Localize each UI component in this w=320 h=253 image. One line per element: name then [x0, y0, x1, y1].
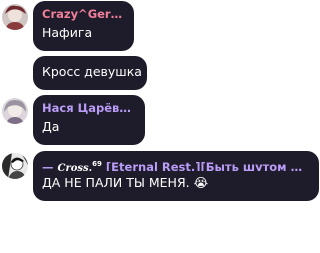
message-text: Нафига: [42, 25, 93, 40]
message-bubble[interactable]: Crazy^Gersog Нафига: [33, 1, 134, 51]
message-text: Кросс девушка: [42, 64, 142, 79]
loudly-crying-face-icon: 😭: [193, 175, 209, 190]
avatar-image: [2, 98, 28, 124]
author-prefix: —: [42, 159, 54, 171]
avatar[interactable]: [2, 98, 28, 124]
author-logo: Cross.: [57, 162, 93, 171]
author-superscript: 69: [92, 160, 102, 168]
avatar-image: [2, 4, 28, 30]
message-bubble[interactable]: Нася Царёва💕 Да: [33, 95, 145, 145]
message-bubble[interactable]: Кросс девушка: [33, 56, 147, 90]
message-author[interactable]: — Cross.69 [Eternal Rest.][Быть шутом мо…: [42, 157, 310, 171]
avatar[interactable]: [2, 4, 28, 30]
message-author[interactable]: Нася Царёва💕: [42, 101, 136, 115]
message-text-content: ДА НЕ ПАЛИ ТЫ МЕНЯ.: [42, 175, 190, 190]
message-bubble[interactable]: — Cross.69 [Eternal Rest.][Быть шутом мо…: [33, 151, 319, 201]
message-author[interactable]: Crazy^Gersog: [42, 7, 125, 21]
message-text: ДА НЕ ПАЛИ ТЫ МЕНЯ. 😭: [42, 175, 310, 191]
avatar[interactable]: [2, 153, 28, 179]
message-text: Да: [42, 119, 60, 134]
author-name: Нася Царёва: [42, 101, 128, 115]
avatar-image: [2, 153, 28, 179]
author-tags: [Eternal Rest.][Быть шутом моя ...: [105, 159, 310, 171]
